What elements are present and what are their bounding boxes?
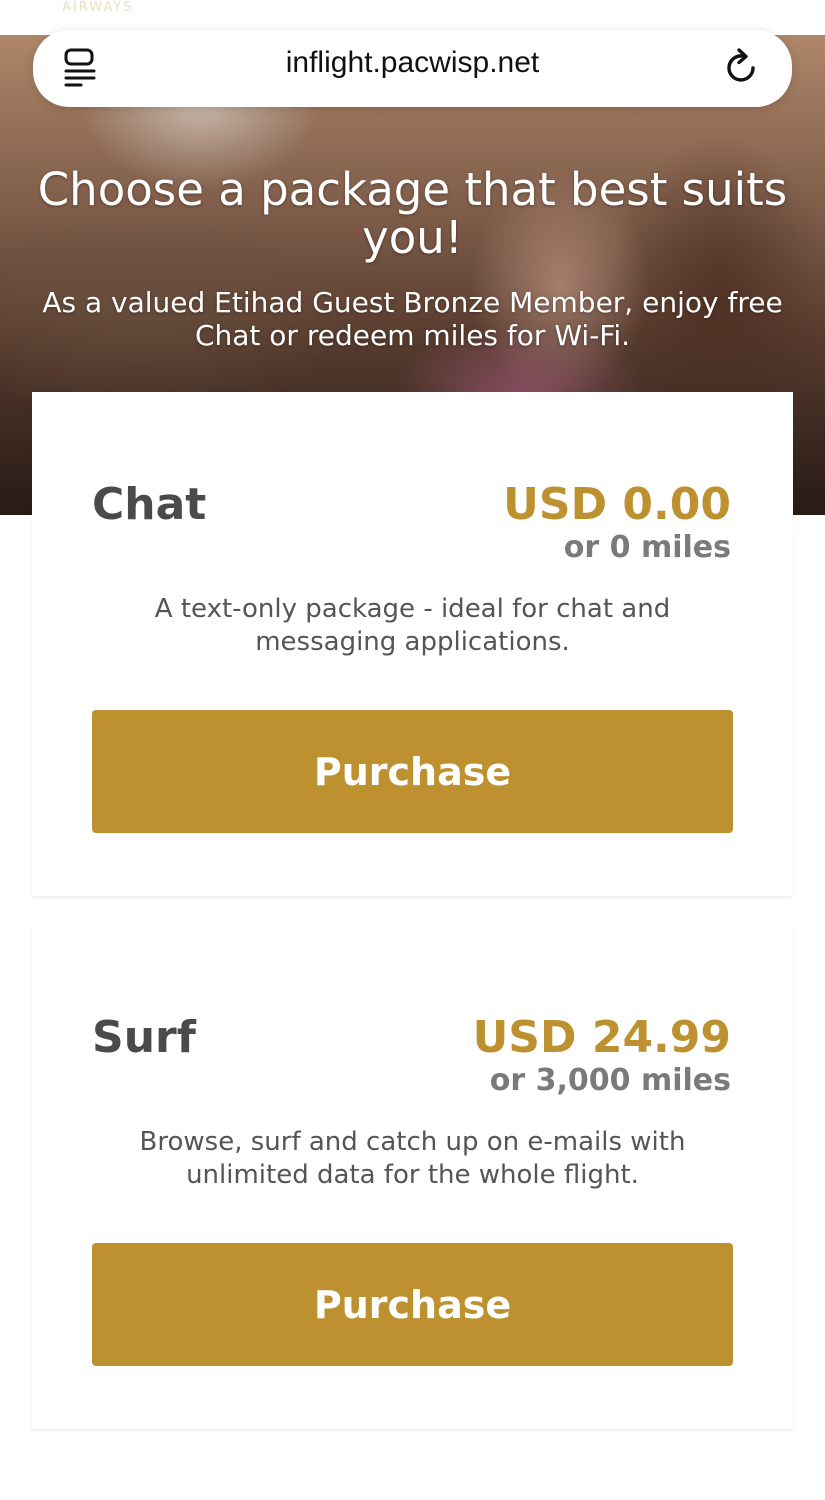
reader-mode-icon[interactable] [63,48,97,88]
reload-icon[interactable] [722,46,762,86]
browser-url-bar[interactable]: inflight.pacwisp.net [33,30,792,107]
purchase-button-chat[interactable]: Purchase [92,710,733,833]
page-title: Choose a package that best suits you! [37,163,788,264]
faded-airline-logo: AIRWAYS [62,0,134,15]
membership-subtitle: As a valued Etihad Guest Bronze Member, … [42,286,783,352]
url-text[interactable]: inflight.pacwisp.net [173,45,652,81]
purchase-button-surf[interactable]: Purchase [92,1243,733,1366]
page: AIRWAYS inflight.pacwisp.net Choose a pa… [0,0,825,1500]
